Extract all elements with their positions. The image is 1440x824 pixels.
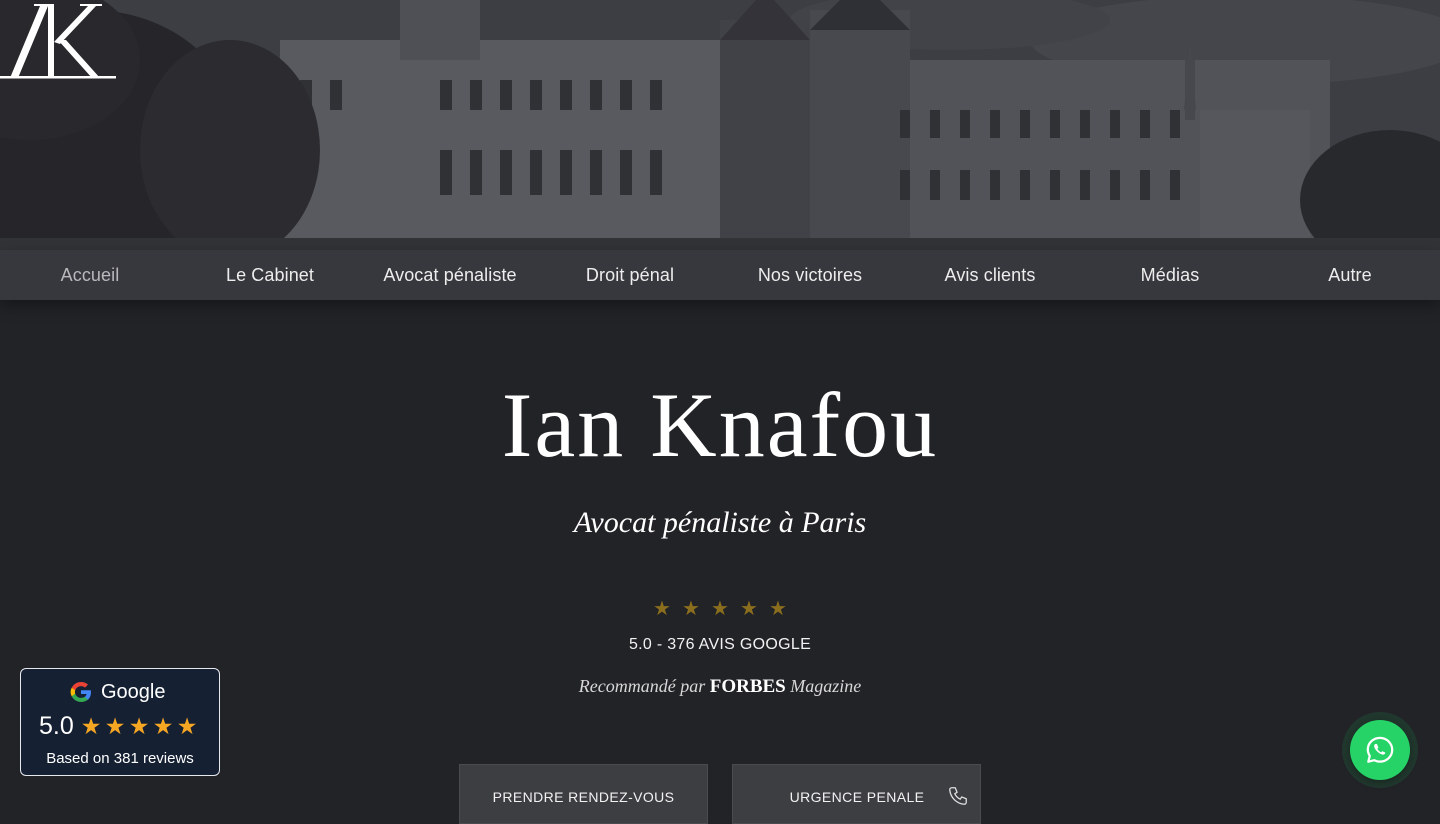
nav-item-avocat-penaliste[interactable]: Avocat pénaliste: [360, 265, 540, 286]
phone-icon: [949, 787, 967, 805]
star-icon: ★: [711, 598, 729, 620]
nav-item-droit-penal[interactable]: Droit pénal: [540, 265, 720, 286]
star-icon: ★: [104, 713, 126, 739]
star-icon: ★: [769, 598, 787, 620]
star-icon: ★: [682, 598, 700, 620]
nav-item-le-cabinet[interactable]: Le Cabinet: [180, 265, 360, 286]
building-illustration: [0, 0, 1440, 250]
google-reviews-widget[interactable]: Google 5.0 ★ ★ ★ ★ ★ Based on 381 reviews: [20, 668, 220, 776]
appointment-button[interactable]: PRENDRE RENDEZ-VOUS: [459, 764, 708, 824]
forbes-brand: FORBES: [709, 676, 786, 697]
recommended-prefix: Recommandé par: [578, 676, 706, 696]
star-icon: ★: [740, 598, 758, 620]
emergency-button-label: URGENCE PENALE: [789, 789, 925, 805]
nav-item-autre[interactable]: Autre: [1260, 265, 1440, 286]
star-icon: ★: [653, 598, 671, 620]
rating-summary: 5.0 - 376 AVIS GOOGLE: [628, 636, 812, 653]
main-nav: Accueil Le Cabinet Avocat pénaliste Droi…: [0, 250, 1440, 300]
appointment-button-label: PRENDRE RENDEZ-VOUS: [492, 789, 675, 805]
whatsapp-button[interactable]: [1350, 720, 1410, 780]
page-subtitle: Avocat pénaliste à Paris: [573, 506, 867, 539]
google-brand: Google: [101, 681, 166, 703]
page-title: Ian Knafou: [501, 374, 939, 476]
star-icon: ★: [80, 713, 102, 739]
google-stars: ★ ★ ★ ★ ★: [79, 713, 199, 740]
recommended-suffix: Magazine: [790, 676, 862, 696]
nav-item-nos-victoires[interactable]: Nos victoires: [720, 265, 900, 286]
google-g-icon: [70, 682, 91, 702]
google-score: 5.0: [39, 712, 74, 740]
star-icon: ★: [152, 713, 174, 739]
nav-item-medias[interactable]: Médias: [1080, 265, 1260, 286]
emergency-button[interactable]: URGENCE PENALE: [732, 764, 981, 824]
star-icon: ★: [128, 713, 150, 739]
whatsapp-icon: [1366, 736, 1394, 763]
ik-logo[interactable]: [0, 0, 116, 82]
nav-item-avis-clients[interactable]: Avis clients: [900, 265, 1080, 286]
star-icon: ★: [176, 713, 198, 739]
rating-stars: ★ ★ ★ ★ ★: [0, 596, 1440, 621]
hero-banner: [0, 0, 1440, 250]
nav-item-accueil[interactable]: Accueil: [0, 265, 180, 286]
google-review-count: Based on 381 reviews: [46, 750, 194, 767]
